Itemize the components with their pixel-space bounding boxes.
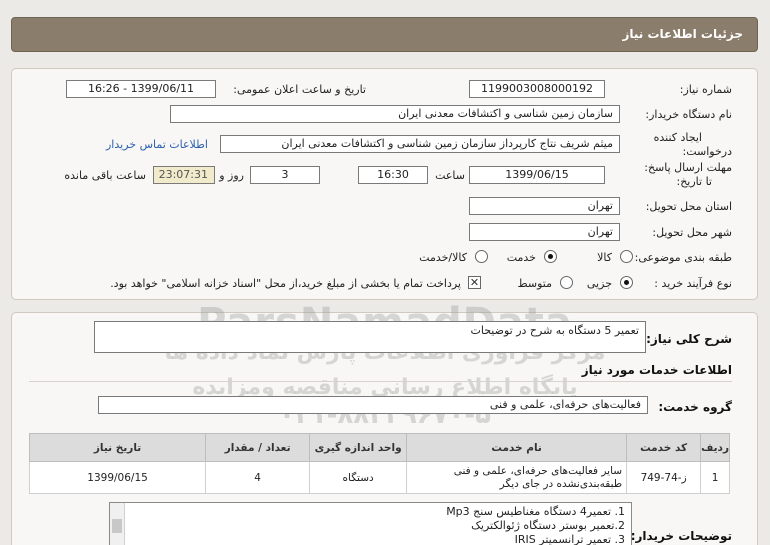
cell-quantity: 4 [205, 461, 311, 494]
process-option-medium: متوسط [517, 277, 552, 290]
table-row[interactable]: 1 ز-74-749 سایر فعالیت‌های حرفه‌ای، علمی… [28, 461, 730, 494]
page-header: جزئیات اطلاعات نیاز [11, 17, 758, 52]
city-label: شهر محل تحویل: [652, 226, 732, 239]
category-radio-goods-service[interactable] [475, 250, 488, 263]
creator-label-1: ایجاد کننده [653, 131, 702, 144]
summary-field[interactable]: تعمیر 5 دستگاه به شرح در توضیحات [94, 321, 646, 353]
notes-scrollbar-thumb[interactable] [112, 519, 122, 533]
service-group-field[interactable]: فعالیت‌های حرفه‌ای، علمی و فنی [98, 396, 648, 414]
table-header-row: ردیف کد خدمت نام خدمت واحد اندازه گیری ت… [28, 433, 730, 462]
summary-label: شرح کلی نیاز: [646, 332, 732, 346]
announce-date-field[interactable]: 1399/06/11 - 16:26 [66, 80, 216, 98]
services-divider [29, 381, 732, 382]
th-unit: واحد اندازه گیری [309, 433, 408, 462]
days-remaining-field[interactable]: 3 [250, 166, 320, 184]
cell-unit: دستگاه [309, 461, 408, 494]
th-quantity: تعداد / مقدار [205, 433, 311, 462]
service-group-label: گروه خدمت: [658, 400, 732, 414]
category-option-goods-service: کالا/خدمت [419, 251, 467, 264]
need-number-field[interactable]: 1199003008000192 [469, 80, 605, 98]
province-label: استان محل تحویل: [645, 200, 732, 213]
notes-scrollbar[interactable] [110, 503, 125, 545]
deadline-label-1: مهلت ارسال پاسخ: [644, 161, 732, 174]
remaining-time-field: 23:07:31 [153, 166, 215, 184]
cell-row-number: 1 [700, 461, 730, 494]
process-radio-minor[interactable] [620, 276, 633, 289]
need-info-panel [11, 68, 758, 300]
deadline-time-field[interactable]: 16:30 [358, 166, 428, 184]
deadline-date-field[interactable]: 1399/06/15 [469, 166, 605, 184]
cell-need-date: 1399/06/15 [28, 461, 207, 494]
buyer-notes-label: توضیحات خریدار: [630, 529, 732, 543]
th-service-code: کد خدمت [626, 433, 702, 462]
buyer-contact-link[interactable]: اطلاعات تماس خریدار [106, 138, 208, 151]
notes-line-3: 3. تعمیر ترانسمیتر IRIS [514, 533, 625, 545]
process-type-label: نوع فرآیند خرید : [654, 277, 732, 290]
creator-label-2: درخواست: [682, 145, 732, 158]
buyer-org-field[interactable]: سازمان زمین شناسی و اکتشافات معدنی ایران [170, 105, 620, 123]
th-service-name: نام خدمت [406, 433, 628, 462]
need-number-label: شماره نیاز: [679, 83, 732, 96]
services-table: ردیف کد خدمت نام خدمت واحد اندازه گیری ت… [28, 433, 730, 494]
buyer-org-label: نام دستگاه خریدار: [645, 108, 732, 121]
cell-service-name: سایر فعالیت‌های حرفه‌ای، علمی و فنی طبقه… [406, 461, 628, 494]
process-radio-medium[interactable] [560, 276, 573, 289]
category-option-service: خدمت [506, 251, 536, 264]
remaining-time-label: ساعت باقی مانده [64, 169, 146, 182]
creator-field[interactable]: میثم شریف نتاج کارپرداز سازمان زمین شناس… [220, 135, 620, 153]
buyer-notes-textarea[interactable]: 1. تعمیر4 دستگاه مغناطیس سنج Mp3 2.تعمیر… [109, 502, 632, 545]
deadline-label-2: تا تاریخ: [676, 175, 712, 188]
cell-service-code: ز-74-749 [626, 461, 702, 494]
announce-date-label: تاریخ و ساعت اعلان عمومی: [233, 83, 366, 96]
category-label: طبقه بندی موضوعی: [634, 251, 732, 264]
th-need-date: تاریخ نیاز [28, 433, 207, 462]
treasury-payment-checkbox[interactable]: ✕ [468, 276, 481, 289]
treasury-payment-note: پرداخت تمام یا بخشی از مبلغ خرید،از محل … [110, 277, 461, 290]
category-radio-goods[interactable] [620, 250, 633, 263]
province-field[interactable]: تهران [469, 197, 620, 215]
services-section-title: اطلاعات خدمات مورد نیاز [581, 363, 732, 377]
process-option-minor: جزیی [586, 277, 612, 290]
notes-line-2: 2.تعمیر بوستر دستگاه ژئوالکتریک [471, 519, 625, 532]
city-field[interactable]: تهران [469, 223, 620, 241]
th-row-number: ردیف [700, 433, 730, 462]
category-option-goods: کالا [597, 251, 612, 264]
days-label: روز و [219, 169, 244, 182]
category-radio-service[interactable] [544, 250, 557, 263]
deadline-time-label: ساعت [435, 169, 465, 182]
notes-line-1: 1. تعمیر4 دستگاه مغناطیس سنج Mp3 [446, 505, 625, 518]
